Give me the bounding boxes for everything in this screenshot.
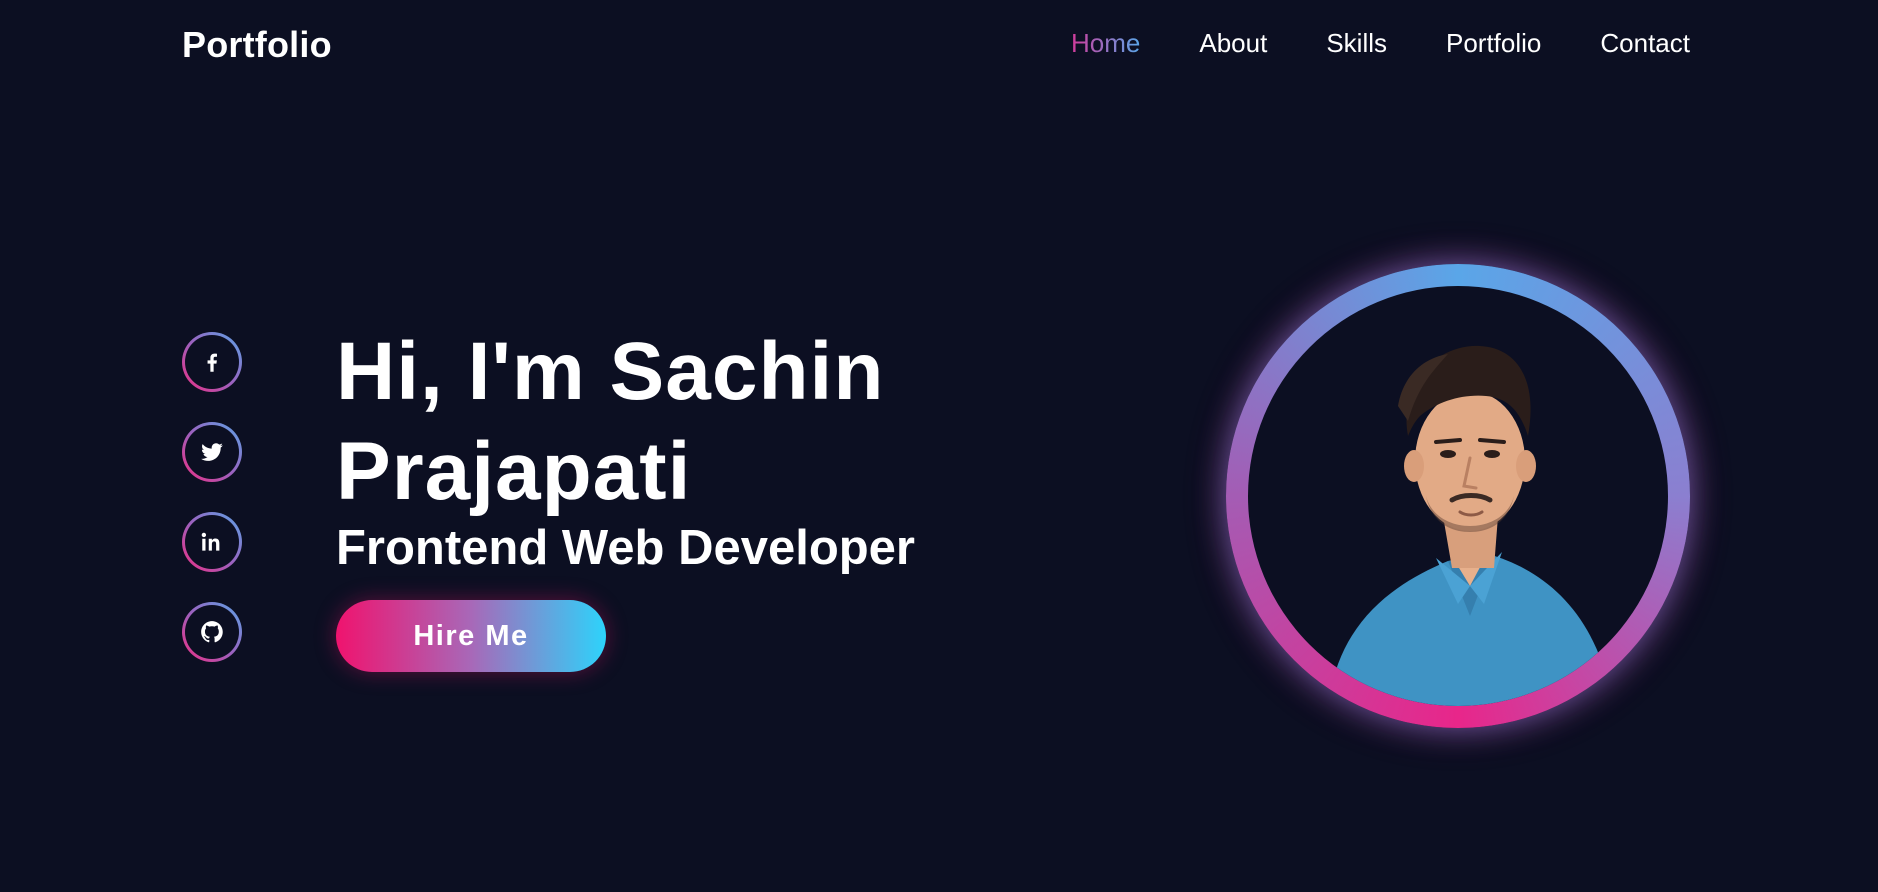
profile-photo (1248, 286, 1668, 706)
logo[interactable]: Portfolio (182, 24, 332, 66)
person-illustration (1328, 345, 1613, 706)
twitter-link[interactable] (182, 422, 242, 482)
hero-text: Hi, I'm Sachin Prajapati Frontend Web De… (336, 322, 976, 576)
twitter-icon (201, 443, 223, 461)
github-link[interactable] (182, 602, 242, 662)
nav-home[interactable]: Home (1071, 30, 1140, 56)
profile-photo-frame (1226, 264, 1690, 728)
linkedin-link[interactable] (182, 512, 242, 572)
social-links (182, 332, 242, 662)
facebook-link[interactable] (182, 332, 242, 392)
github-icon (201, 621, 223, 643)
main-nav: Home About Skills Portfolio Contact (1071, 30, 1690, 56)
hero-title: Hi, I'm Sachin Prajapati (336, 326, 885, 517)
nav-portfolio[interactable]: Portfolio (1446, 30, 1541, 56)
nav-about[interactable]: About (1199, 30, 1267, 56)
hire-me-button[interactable]: Hire Me (336, 600, 606, 672)
nav-contact[interactable]: Contact (1600, 30, 1690, 56)
nav-skills[interactable]: Skills (1326, 30, 1387, 56)
header: Portfolio Home About Skills Portfolio Co… (0, 0, 1878, 90)
hero-subtitle: Frontend Web Developer (336, 521, 916, 575)
facebook-icon (207, 353, 217, 372)
linkedin-icon (201, 532, 220, 551)
